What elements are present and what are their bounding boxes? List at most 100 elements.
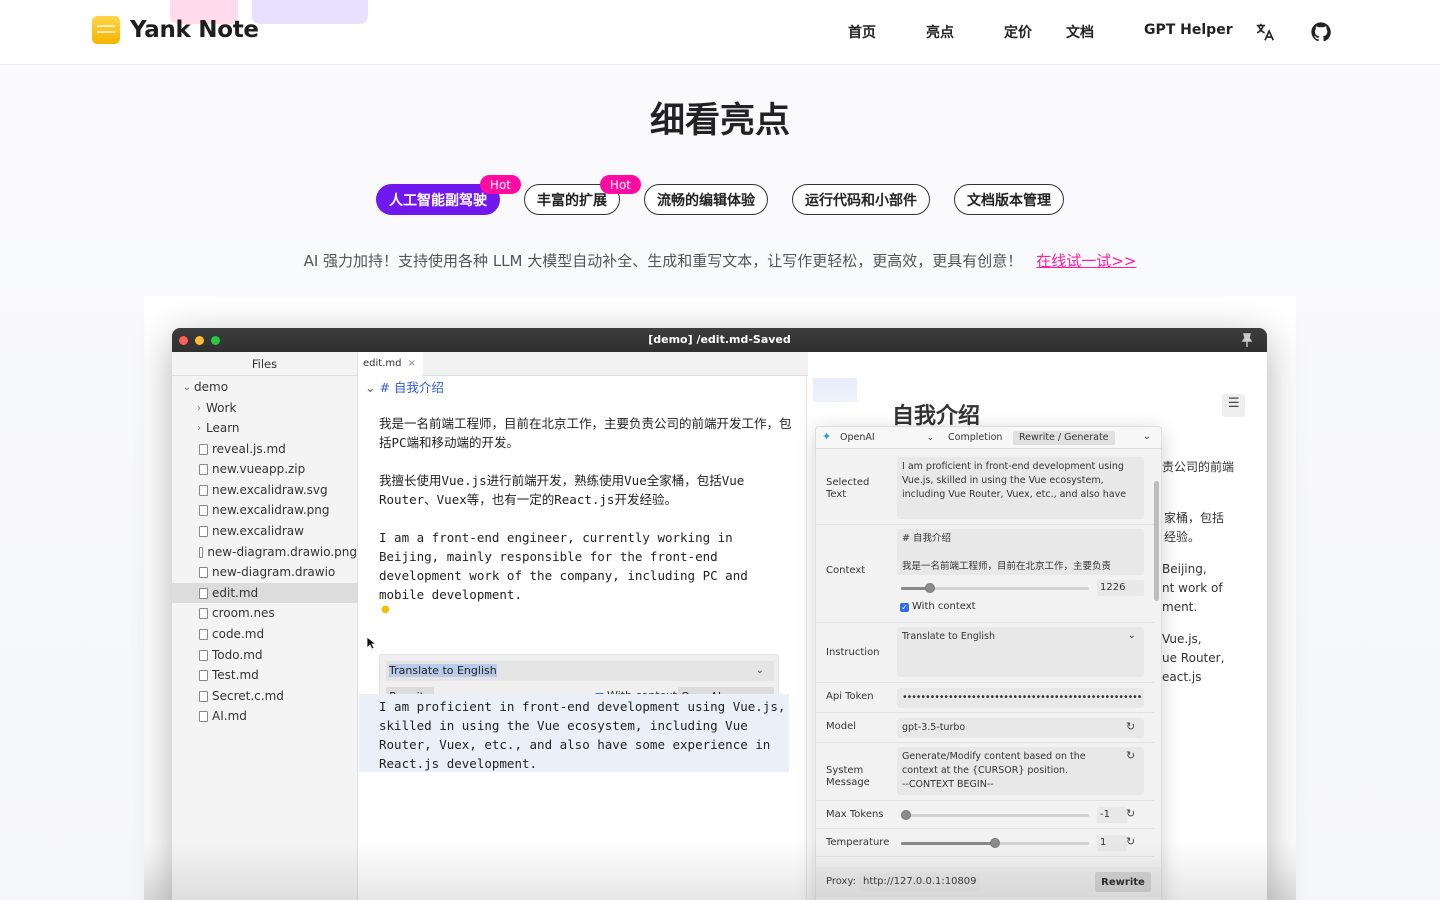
context-length-input[interactable]: 1226: [1097, 580, 1144, 596]
tree-folder-learn[interactable]: › Learn: [172, 418, 357, 438]
try-online-link[interactable]: 在线试一试>>: [1036, 252, 1136, 270]
minimize-window-icon[interactable]: [195, 336, 204, 345]
toc-button[interactable]: ☰: [1222, 394, 1245, 417]
tab-version-control[interactable]: 文档版本管理: [954, 184, 1064, 215]
tree-label: code.md: [212, 627, 265, 641]
preview-text: 家桶，包括: [1164, 511, 1225, 525]
rewrite-button[interactable]: Rewrite: [1095, 872, 1151, 892]
model-input[interactable]: gpt-3.5-turbo: [897, 718, 1144, 738]
tree-file[interactable]: Secret.c.md: [172, 686, 357, 706]
preview-text: Beijing,: [1162, 562, 1207, 576]
system-message-field[interactable]: Generate/Modify content based on the con…: [897, 747, 1144, 795]
tab-rewrite-generate[interactable]: Rewrite / Generate: [1013, 431, 1115, 445]
markdown-editor[interactable]: edit.md × + ⌄ ◉ ▤ ▣ ≡ ⌄# 自我介绍 我是一名前端工程师，…: [359, 352, 1267, 900]
tree-file[interactable]: AI.md: [172, 706, 357, 726]
tree-file[interactable]: Test.md: [172, 665, 357, 685]
reset-icon[interactable]: ↻: [1126, 807, 1135, 820]
with-context-checkbox[interactable]: ✓With context: [900, 601, 976, 612]
reset-icon[interactable]: ↻: [1126, 749, 1135, 762]
tree-label: new.excalidraw.svg: [212, 483, 328, 497]
editor-tab[interactable]: edit.md ×: [359, 352, 423, 376]
proxy-input[interactable]: http://127.0.0.1:10809: [860, 873, 980, 891]
close-window-icon[interactable]: [179, 336, 188, 345]
github-icon[interactable]: [1310, 21, 1332, 43]
max-tokens-slider[interactable]: [901, 810, 1089, 820]
tree-file[interactable]: new-diagram.drawio.png: [172, 542, 357, 562]
minimap[interactable]: [813, 378, 857, 402]
temperature-input[interactable]: 1: [1097, 835, 1127, 851]
slider-knob[interactable]: [901, 810, 911, 820]
tree-label: Work: [206, 401, 237, 415]
pin-icon[interactable]: [1241, 333, 1253, 347]
tree-label: croom.nes: [212, 606, 275, 620]
tab-editing[interactable]: 流畅的编辑体验: [644, 184, 768, 215]
tree-file[interactable]: new-diagram.drawio: [172, 562, 357, 582]
nav-gpt-helper[interactable]: GPT Helper: [1144, 22, 1233, 38]
tree-file[interactable]: croom.nes: [172, 603, 357, 623]
api-token-input[interactable]: ••••••••••••••••••••••••••••••••••••••••…: [897, 688, 1144, 708]
tab-ai-copilot[interactable]: 人工智能副驾驶 Hot: [376, 175, 521, 215]
tab-run-code[interactable]: 运行代码和小部件: [792, 184, 930, 215]
close-tab-icon[interactable]: ×: [408, 352, 416, 376]
chevron-right-icon: ›: [197, 422, 201, 434]
tree-file[interactable]: reveal.js.md: [172, 439, 357, 459]
tree-file[interactable]: Todo.md: [172, 645, 357, 665]
tree-label: Todo.md: [212, 648, 263, 662]
maximize-window-icon[interactable]: [211, 336, 220, 345]
tree-label: demo: [194, 380, 229, 394]
context-length-slider[interactable]: [901, 583, 1089, 593]
instruction-select[interactable]: Translate to English ⌄: [386, 661, 774, 681]
file-icon: [199, 525, 208, 537]
nav-highlights[interactable]: 亮点: [926, 22, 954, 42]
tree-file-selected[interactable]: edit.md: [172, 583, 357, 603]
tree-label: Secret.c.md: [212, 689, 284, 703]
file-icon: [199, 669, 208, 681]
instruction-field[interactable]: Translate to English ⌄: [897, 627, 1144, 677]
preview-text: eact.js: [1162, 670, 1202, 684]
slider-knob[interactable]: [925, 583, 935, 593]
file-icon: [199, 443, 208, 455]
api-token-row: Api Token ••••••••••••••••••••••••••••••…: [816, 683, 1154, 713]
reset-icon[interactable]: ↻: [1126, 720, 1135, 733]
ai-provider-select[interactable]: OpenAI ⌄: [834, 431, 934, 445]
context-field[interactable]: # 自我介绍 我是一名前端工程师，目前在北京工作，主要负责: [897, 529, 1144, 575]
tree-file[interactable]: code.md: [172, 624, 357, 644]
selected-text-field[interactable]: I am proficient in front-end development…: [897, 457, 1144, 519]
tab-label: 文档版本管理: [967, 192, 1051, 209]
editor-paragraph: 我擅长使用Vue.js进行前端开发，熟练使用Vue全家桶，包括Vue Route…: [379, 473, 752, 507]
chevron-down-icon[interactable]: ⌄: [1143, 431, 1151, 442]
sparkle-icon: ✦: [822, 430, 832, 443]
tree-file[interactable]: new.vueapp.zip: [172, 459, 357, 479]
tree-file[interactable]: new.excalidraw: [172, 521, 357, 541]
context-row: Context # 自我介绍 我是一名前端工程师，目前在北京工作，主要负责 12…: [816, 525, 1154, 623]
ai-copilot-panel: ✦ OpenAI ⌄ Completion Rewrite / Generate…: [815, 426, 1162, 900]
panel-scrollbar[interactable]: [1154, 481, 1159, 601]
field-label: Max Tokens: [826, 809, 884, 820]
slider-knob[interactable]: [990, 838, 1000, 848]
tree-folder-work[interactable]: › Work: [172, 398, 357, 418]
tree-label: reveal.js.md: [212, 442, 286, 456]
chevron-down-icon: ⌄: [182, 381, 192, 393]
nav-pricing[interactable]: 定价: [1004, 22, 1032, 42]
lightbulb-icon[interactable]: ●: [381, 604, 390, 615]
max-tokens-input[interactable]: -1: [1097, 807, 1127, 823]
tab-completion[interactable]: Completion: [942, 431, 1008, 445]
rewrite-result-text: I am proficient in front-end development…: [379, 699, 793, 771]
tab-label: 人工智能副驾驶: [389, 192, 487, 209]
tree-label: AI.md: [212, 709, 247, 723]
nav-docs[interactable]: 文档: [1066, 22, 1094, 42]
reset-icon[interactable]: ↻: [1126, 835, 1135, 848]
tree-label: Learn: [206, 421, 240, 435]
tree-file[interactable]: new.excalidraw.png: [172, 500, 357, 520]
editor-paragraph: 我是一名前端工程师，目前在北京工作，主要负责公司的前端开发工作，包括PC端和移动…: [379, 416, 792, 450]
collapse-caret-icon[interactable]: ⌄: [365, 380, 375, 395]
brand-name: Yank Note: [130, 17, 259, 43]
translate-icon[interactable]: [1254, 21, 1276, 43]
tree-file[interactable]: new.excalidraw.svg: [172, 480, 357, 500]
field-label: System Message: [826, 765, 870, 788]
nav-home[interactable]: 首页: [848, 22, 876, 42]
temperature-slider[interactable]: [901, 838, 1089, 848]
tree-folder-demo[interactable]: ⌄ demo: [172, 377, 357, 397]
tab-extensions[interactable]: 丰富的扩展 Hot: [524, 175, 641, 215]
brand[interactable]: Yank Note: [92, 16, 259, 44]
